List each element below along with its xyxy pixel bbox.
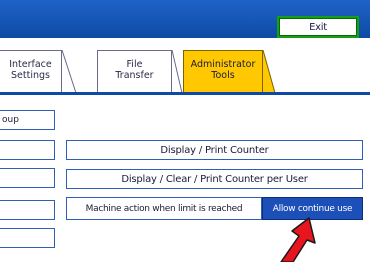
tab-file-transfer-line2: Transfer bbox=[115, 70, 154, 81]
left-list-item-1-label: oup bbox=[2, 115, 19, 125]
machine-action-limit-label: Machine action when limit is reached bbox=[66, 197, 262, 220]
left-list-item-4[interactable] bbox=[0, 200, 55, 220]
tab-interface-settings-line2: Settings bbox=[11, 70, 50, 81]
tab-interface-edge bbox=[62, 50, 97, 93]
tab-administrator-tools-line2: Tools bbox=[211, 70, 235, 81]
title-bar: Exit bbox=[0, 0, 370, 38]
allow-continue-use-button[interactable]: Allow continue use bbox=[262, 197, 363, 220]
left-list-item-5[interactable] bbox=[0, 228, 55, 248]
display-print-counter-button[interactable]: Display / Print Counter bbox=[66, 140, 363, 160]
settings-screen: Exit Interface Settings File Transfer Ad… bbox=[0, 0, 370, 262]
tab-interface-settings-line1: Interface bbox=[9, 59, 52, 70]
tab-administrator-tools[interactable]: Administrator Tools bbox=[183, 50, 263, 93]
tab-administrator-tools-line1: Administrator bbox=[190, 59, 256, 70]
tab-administrator-edge bbox=[263, 50, 275, 93]
display-clear-print-counter-per-user-button[interactable]: Display / Clear / Print Counter per User bbox=[66, 169, 363, 189]
left-list-item-1[interactable]: oup bbox=[0, 110, 55, 130]
tab-file-edge bbox=[172, 50, 183, 93]
tab-file-transfer[interactable]: File Transfer bbox=[97, 50, 172, 93]
left-list-item-3[interactable] bbox=[0, 168, 55, 188]
left-list-item-2[interactable] bbox=[0, 140, 55, 160]
tab-interface-settings[interactable]: Interface Settings bbox=[0, 50, 62, 93]
exit-button[interactable]: Exit bbox=[277, 16, 359, 38]
tab-file-transfer-line1: File bbox=[126, 59, 143, 70]
